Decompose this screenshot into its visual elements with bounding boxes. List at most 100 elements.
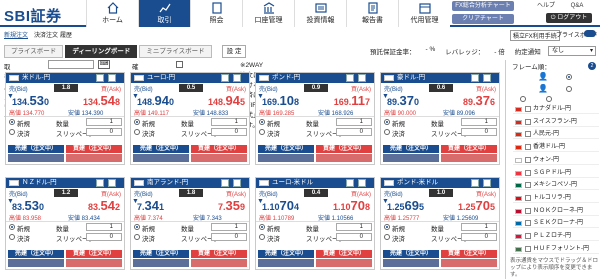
sell-button[interactable]: 売建（注文中） [383, 145, 439, 153]
nav-home[interactable]: ホーム [86, 0, 138, 27]
chart-icon[interactable] [346, 179, 354, 187]
layout-radio-3[interactable] [520, 96, 526, 102]
buy-button[interactable]: 買建（注文中） [66, 250, 122, 258]
currency-list-item[interactable]: 人民元-円 [513, 129, 599, 140]
chart-icon[interactable] [471, 179, 479, 187]
sell-order-detail[interactable] [258, 259, 314, 267]
settle-radio[interactable] [134, 129, 140, 135]
quantity-input[interactable]: 1 [86, 223, 122, 231]
sbi-logo[interactable]: SBI証券 [4, 5, 62, 26]
buy-button[interactable]: 買建（注文中） [191, 145, 247, 153]
slippage-input[interactable]: 0 [86, 233, 122, 241]
subnav-history[interactable]: 履歴 [60, 30, 72, 39]
clear-chart-button[interactable]: クリアチャート [452, 14, 514, 24]
bid-price[interactable]: 134.530 [12, 94, 49, 109]
currency-list-item[interactable]: カナダドル-円 [513, 104, 599, 114]
ask-price[interactable]: 89.376 [463, 94, 495, 109]
skip-confirm-checkbox[interactable] [176, 61, 183, 68]
buy-order-detail[interactable] [316, 154, 372, 162]
quantity-input[interactable]: 1 [461, 118, 497, 126]
bid-price[interactable]: 1.25695 [387, 199, 424, 214]
settle-radio[interactable] [259, 129, 265, 135]
currency-list-item[interactable]: メキシコペソ-円 [513, 180, 599, 191]
buy-button[interactable]: 買建（注文中） [316, 250, 372, 258]
sell-button[interactable]: 売建（注文中） [383, 250, 439, 258]
settle-radio[interactable] [384, 129, 390, 135]
ask-price[interactable]: 1.25705 [458, 199, 495, 214]
help-link[interactable]: ヘルプ [534, 1, 558, 11]
monthly-fx-button[interactable]: 積立FX利用手続 [510, 30, 560, 41]
table-icon[interactable] [233, 74, 241, 82]
bid-price[interactable]: 83.530 [12, 199, 44, 214]
sell-button[interactable]: 売建（注文中） [133, 145, 189, 153]
new-order-radio[interactable] [259, 119, 265, 125]
currency-list-item[interactable]: スイスフラン-円 [513, 117, 599, 127]
sell-order-detail[interactable] [133, 154, 189, 162]
currency-checkbox[interactable] [525, 169, 531, 176]
settings-button[interactable]: 設 定 [221, 45, 247, 58]
ask-price[interactable]: 134.548 [83, 94, 120, 109]
ask-price[interactable]: 148.945 [208, 94, 245, 109]
currency-list-item[interactable]: トルコリラ-円 [513, 193, 599, 203]
chart-icon[interactable] [221, 179, 229, 187]
sell-order-detail[interactable] [8, 259, 64, 267]
layout-radio-4[interactable] [546, 96, 552, 102]
nav-report[interactable]: 報告書 [346, 0, 398, 27]
subnav-settle-order[interactable]: 決済注文 [34, 30, 58, 39]
table-icon[interactable] [483, 74, 491, 82]
sell-button[interactable]: 売建（注文中） [8, 250, 64, 258]
quantity-input[interactable]: 1 [461, 223, 497, 231]
buy-button[interactable]: 買建（注文中） [191, 250, 247, 258]
buy-order-detail[interactable] [441, 259, 497, 267]
new-order-radio[interactable] [9, 224, 15, 230]
layout-radio-1[interactable] [566, 74, 572, 80]
settle-radio[interactable] [134, 234, 140, 240]
tab-dealing-board[interactable]: ディーリングボード [65, 45, 138, 58]
quantity-input[interactable]: 1 [211, 223, 247, 231]
new-order-radio[interactable] [134, 224, 140, 230]
quantity-input[interactable]: 1 [211, 118, 247, 126]
currency-checkbox[interactable] [525, 106, 531, 112]
slippage-input[interactable]: 0 [211, 128, 247, 136]
chart-icon[interactable] [471, 74, 479, 82]
notify-select[interactable]: なし ▾ [548, 46, 596, 56]
settle-radio[interactable] [9, 129, 15, 135]
buy-order-detail[interactable] [316, 259, 372, 267]
quantity-input[interactable]: 1 [86, 118, 122, 126]
slippage-input[interactable]: 0 [211, 233, 247, 241]
currency-list-item[interactable]: ＳＧＰドル-円 [513, 168, 599, 178]
ask-price[interactable]: 1.10708 [333, 199, 370, 214]
currency-checkbox[interactable] [525, 233, 531, 239]
buy-button[interactable]: 買建（注文中） [441, 250, 497, 258]
buy-order-detail[interactable] [191, 154, 247, 162]
settle-radio[interactable] [384, 234, 390, 240]
sell-order-detail[interactable] [383, 154, 439, 162]
buy-order-detail[interactable] [191, 259, 247, 267]
nav-inquiry[interactable]: 照会 [190, 0, 242, 27]
sell-button[interactable]: 売建（注文中） [133, 250, 189, 258]
password-input[interactable] [48, 60, 94, 69]
keyboard-icon[interactable]: ⌨ [98, 60, 110, 69]
table-icon[interactable] [108, 179, 116, 187]
bid-price[interactable]: 89.370 [387, 94, 419, 109]
currency-list-item[interactable]: 香港ドル-円 [513, 142, 599, 153]
nav-account[interactable]: 口座管理 [242, 0, 294, 27]
currency-checkbox[interactable] [525, 144, 531, 151]
buy-order-detail[interactable] [66, 154, 122, 162]
settle-radio[interactable] [9, 234, 15, 240]
tab-mini-priceboard[interactable]: ミニプライスボード [139, 45, 212, 58]
layout-radio-2[interactable] [566, 86, 572, 92]
priceboard-toggle[interactable] [584, 30, 596, 37]
sell-order-detail[interactable] [8, 154, 64, 162]
currency-checkbox[interactable] [525, 207, 531, 214]
buy-button[interactable]: 買建（注文中） [316, 145, 372, 153]
currency-list-item[interactable]: ウォン-円 [513, 155, 599, 165]
qa-link[interactable]: Q&A [566, 1, 588, 11]
slippage-input[interactable]: 0 [461, 128, 497, 136]
ask-price[interactable]: 83.542 [88, 199, 120, 214]
table-icon[interactable] [108, 74, 116, 82]
new-order-radio[interactable] [9, 119, 15, 125]
currency-checkbox[interactable] [525, 194, 531, 201]
currency-list-item[interactable]: ＮＯＫクローネ-円 [513, 206, 599, 216]
subnav-new-order[interactable]: 新規注文 [4, 30, 28, 39]
